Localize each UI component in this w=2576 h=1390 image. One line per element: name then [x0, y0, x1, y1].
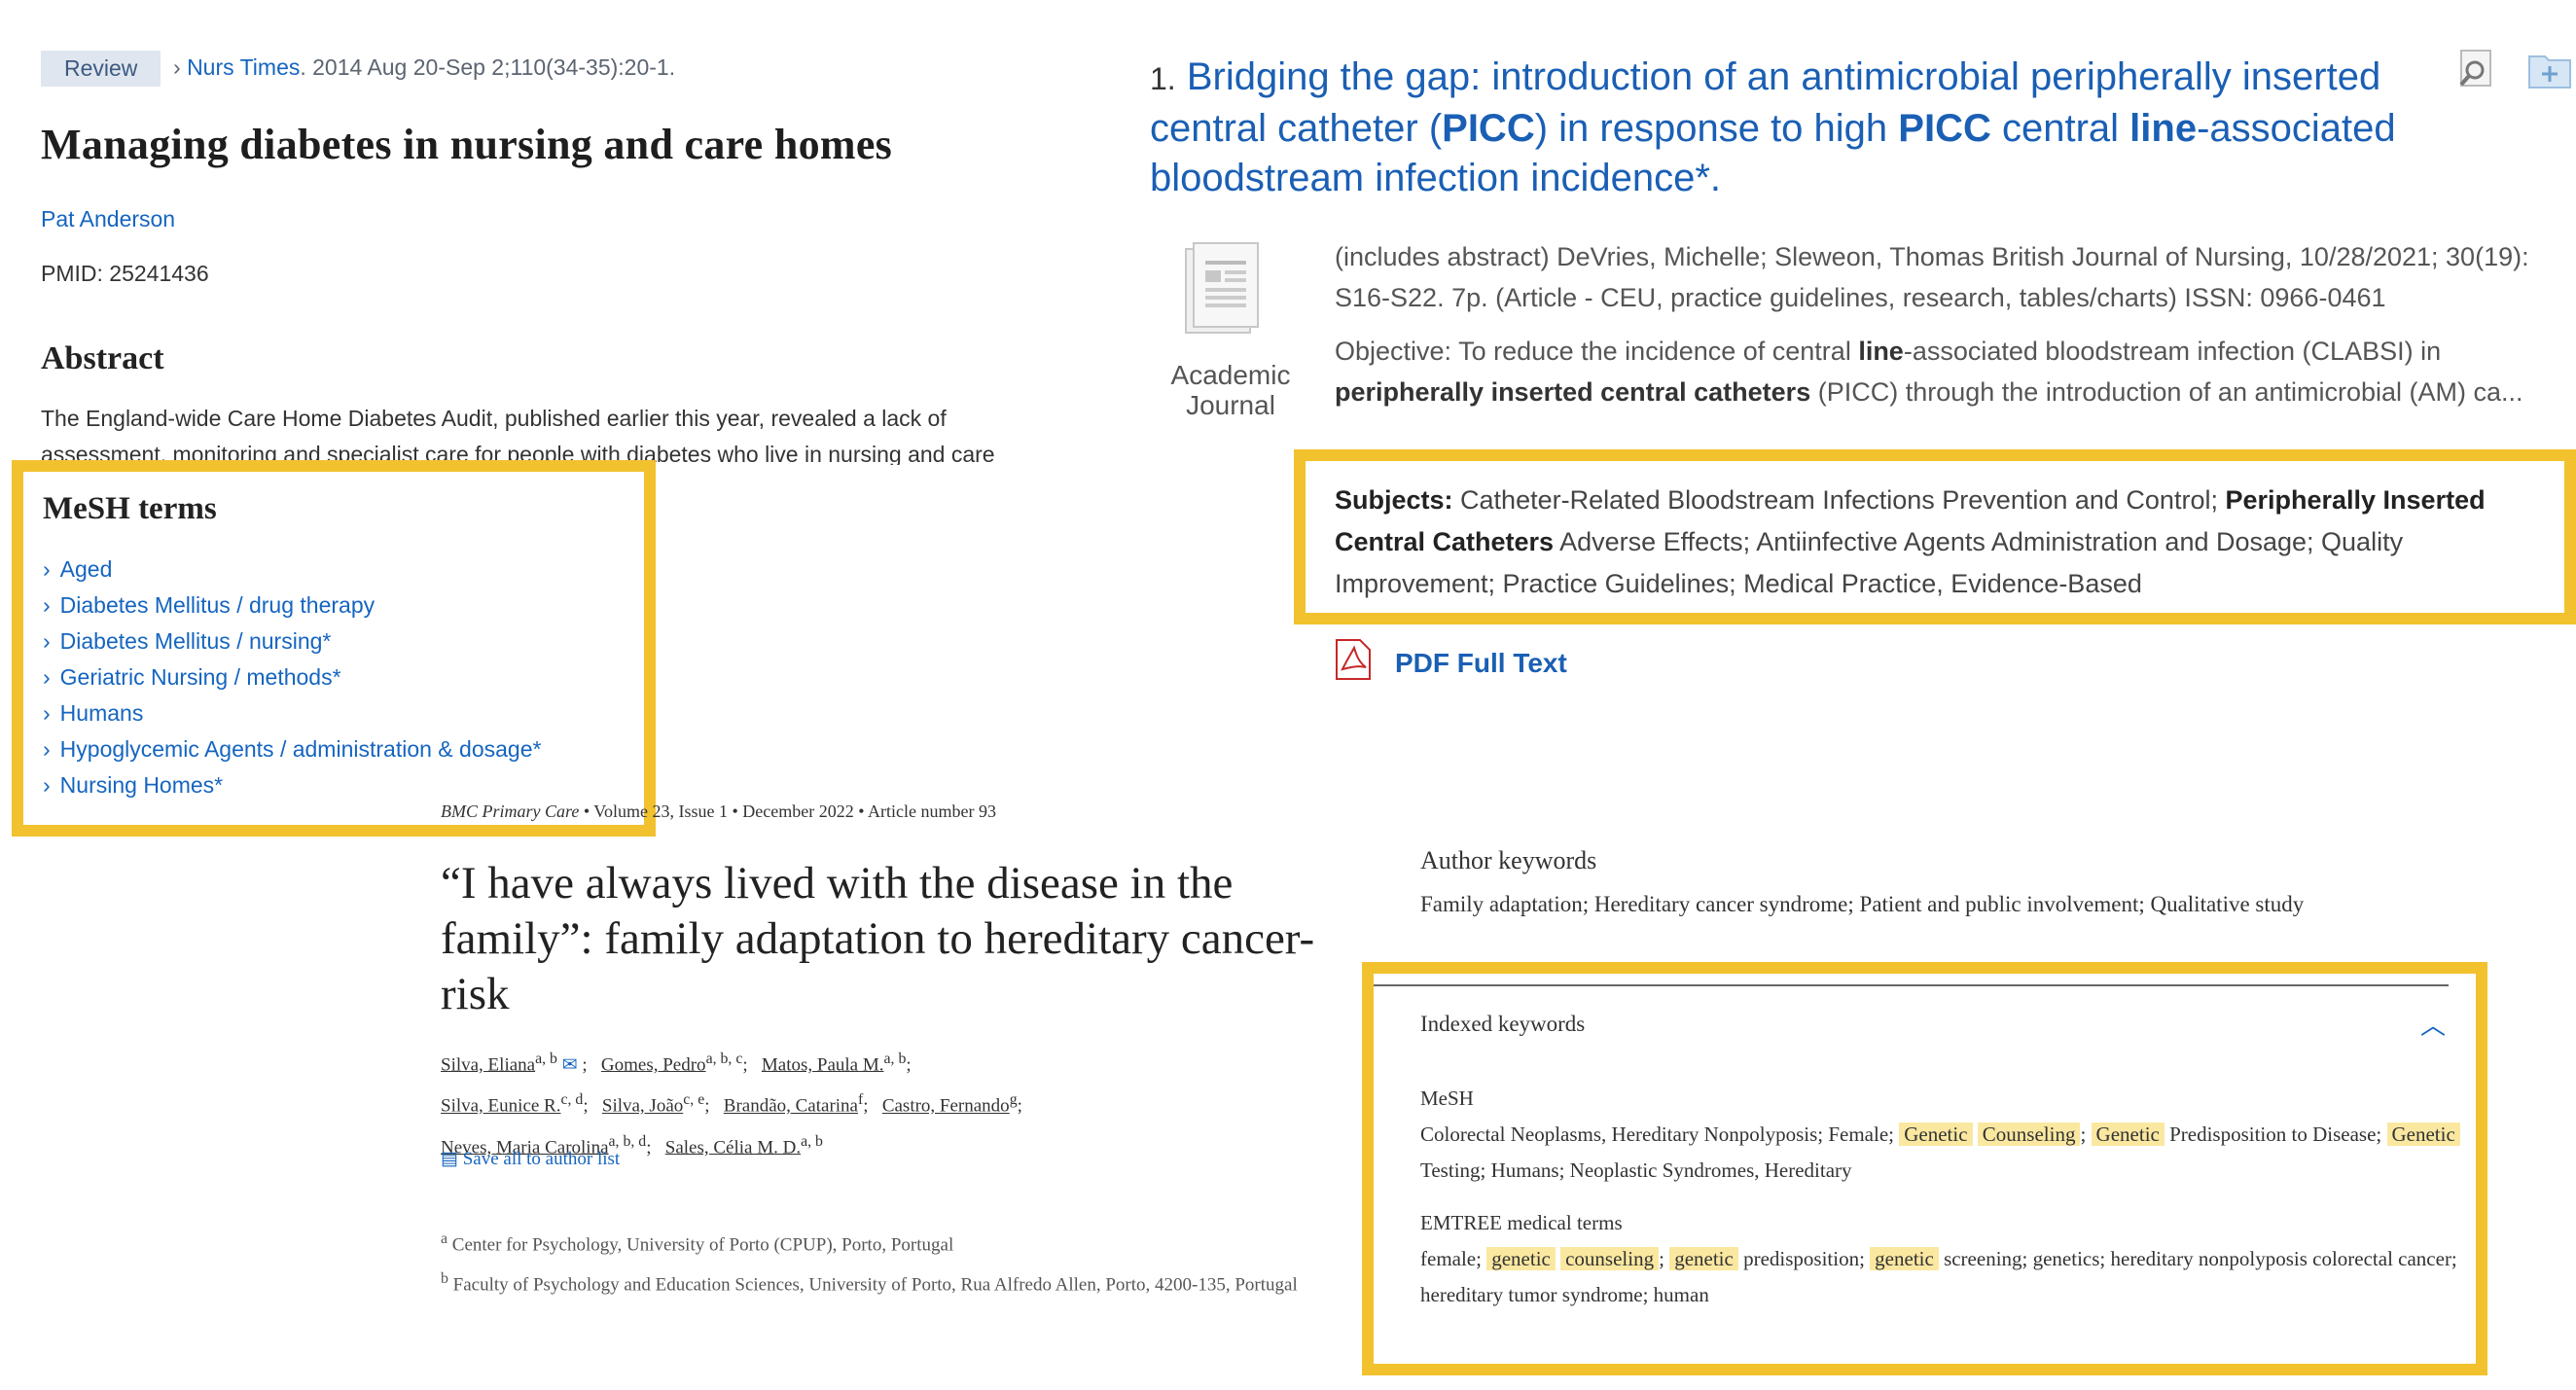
- mesh-term-item[interactable]: › Aged: [43, 552, 541, 588]
- author-link[interactable]: Gomes, Pedro: [601, 1054, 706, 1075]
- scopus-mesh-heading: MeSH: [1420, 1087, 1474, 1110]
- add-to-folder-icon[interactable]: [2527, 49, 2572, 91]
- bmc-author-list: Silva, Elianaa, b ✉ ; Gomes, Pedroa, b, …: [441, 1051, 1022, 1158]
- journal-citation: › Nurs Times. 2014 Aug 20-Sep 2;110(34-3…: [173, 54, 675, 81]
- save-list-icon: ▤: [441, 1149, 458, 1169]
- mesh-term-item[interactable]: › Geriatric Nursing / methods*: [43, 659, 541, 695]
- chevron-right-icon: ›: [43, 592, 51, 618]
- bmc-affiliations: a Center for Psychology, University of P…: [441, 1230, 1298, 1296]
- abstract-heading: Abstract: [41, 340, 164, 376]
- mesh-term-item[interactable]: › Nursing Homes*: [43, 767, 541, 803]
- mesh-terms-list: › Aged › Diabetes Mellitus / drug therapy …: [43, 552, 541, 803]
- keyword-highlight: Genetic: [2091, 1123, 2165, 1146]
- keyword-highlight: genetic: [1486, 1247, 1556, 1270]
- chevron-right-icon: ›: [43, 628, 51, 654]
- mesh-term-item[interactable]: › Humans: [43, 695, 541, 731]
- chevron-right-icon: ›: [43, 772, 51, 798]
- pdf-icon[interactable]: [1333, 638, 1374, 681]
- keyword-highlight: genetic: [1669, 1247, 1738, 1270]
- keyword-highlight: Genetic: [1899, 1123, 1973, 1146]
- article-title: Managing diabetes in nursing and care ho…: [41, 121, 893, 168]
- save-to-author-list-link[interactable]: ▤ Save all to author list: [441, 1148, 620, 1170]
- keyword-highlight: Counseling: [1977, 1123, 2081, 1146]
- chevron-right-icon: ›: [173, 54, 181, 80]
- scopus-mesh-terms: Colorectal Neoplasms, Hereditary Nonpoly…: [1420, 1117, 2471, 1189]
- mesh-terms-heading: MeSH terms: [43, 491, 217, 526]
- chevron-up-icon[interactable]: ︿: [2420, 1006, 2446, 1042]
- divider: [1374, 984, 2449, 986]
- publication-type-label: Academic Journal: [1170, 360, 1291, 420]
- mesh-term-item[interactable]: › Hypoglycemic Agents / administration & …: [43, 731, 541, 767]
- result-citation-meta: (includes abstract) DeVries, Michelle; S…: [1335, 242, 2529, 312]
- result-abstract-snippet: Objective: To reduce the incidence of ce…: [1335, 337, 2523, 407]
- keyword-highlight: Genetic: [2386, 1123, 2460, 1146]
- author-link[interactable]: Silva, Eunice R.: [441, 1096, 560, 1117]
- journal-link[interactable]: Nurs Times: [187, 54, 300, 80]
- bmc-journal-meta: BMC Primary Care • Volume 23, Issue 1 • …: [441, 802, 996, 821]
- academic-journal-icon: [1185, 242, 1259, 334]
- chevron-right-icon: ›: [43, 556, 51, 582]
- citation-date: . 2014 Aug 20-Sep 2;110(34-35):20-1.: [300, 54, 676, 80]
- result-subjects: Subjects: Catheter-Related Bloodstream I…: [1335, 485, 2486, 598]
- author-link[interactable]: Castro, Fernando: [882, 1096, 1010, 1117]
- preview-magnifier-icon[interactable]: [2455, 49, 2498, 91]
- mesh-term-item[interactable]: › Diabetes Mellitus / nursing*: [43, 624, 541, 659]
- author-link[interactable]: Brandão, Catarina: [724, 1096, 858, 1117]
- pdf-full-text-link[interactable]: PDF Full Text: [1395, 648, 1567, 679]
- author-link[interactable]: Silva, João: [602, 1096, 683, 1117]
- author-link[interactable]: Sales, Célia M. D.: [665, 1137, 801, 1158]
- emtree-heading: EMTREE medical terms: [1420, 1211, 1623, 1234]
- chevron-right-icon: ›: [43, 736, 51, 762]
- chevron-right-icon: ›: [43, 700, 51, 726]
- result-title[interactable]: 1. Bridging the gap: introduction of an …: [1150, 53, 2415, 203]
- author-link[interactable]: Matos, Paula M.: [762, 1054, 884, 1075]
- chevron-right-icon: ›: [43, 664, 51, 690]
- result-number: 1.: [1150, 61, 1176, 96]
- emtree-terms: female; genetic counseling; genetic pred…: [1420, 1247, 2457, 1306]
- pmid: PMID: 25241436: [41, 261, 209, 286]
- review-badge: Review: [41, 51, 161, 87]
- author-keywords-heading: Author keywords: [1420, 846, 1597, 874]
- author-keywords-list: Family adaptation; Hereditary cancer syn…: [1420, 892, 2305, 916]
- author-link[interactable]: Silva, Eliana: [441, 1054, 535, 1075]
- indexed-keywords-heading[interactable]: Indexed keywords: [1420, 1012, 1585, 1037]
- bmc-article-title: “I have always lived with the disease in…: [441, 858, 1315, 1019]
- abstract-text: The England-wide Care Home Diabetes Audi…: [41, 406, 995, 465]
- keyword-highlight: genetic: [1870, 1247, 1939, 1270]
- keyword-highlight: counseling: [1560, 1247, 1660, 1270]
- email-icon[interactable]: ✉: [562, 1054, 578, 1075]
- mesh-term-item[interactable]: › Diabetes Mellitus / drug therapy: [43, 588, 541, 624]
- author-link[interactable]: Pat Anderson: [41, 206, 175, 232]
